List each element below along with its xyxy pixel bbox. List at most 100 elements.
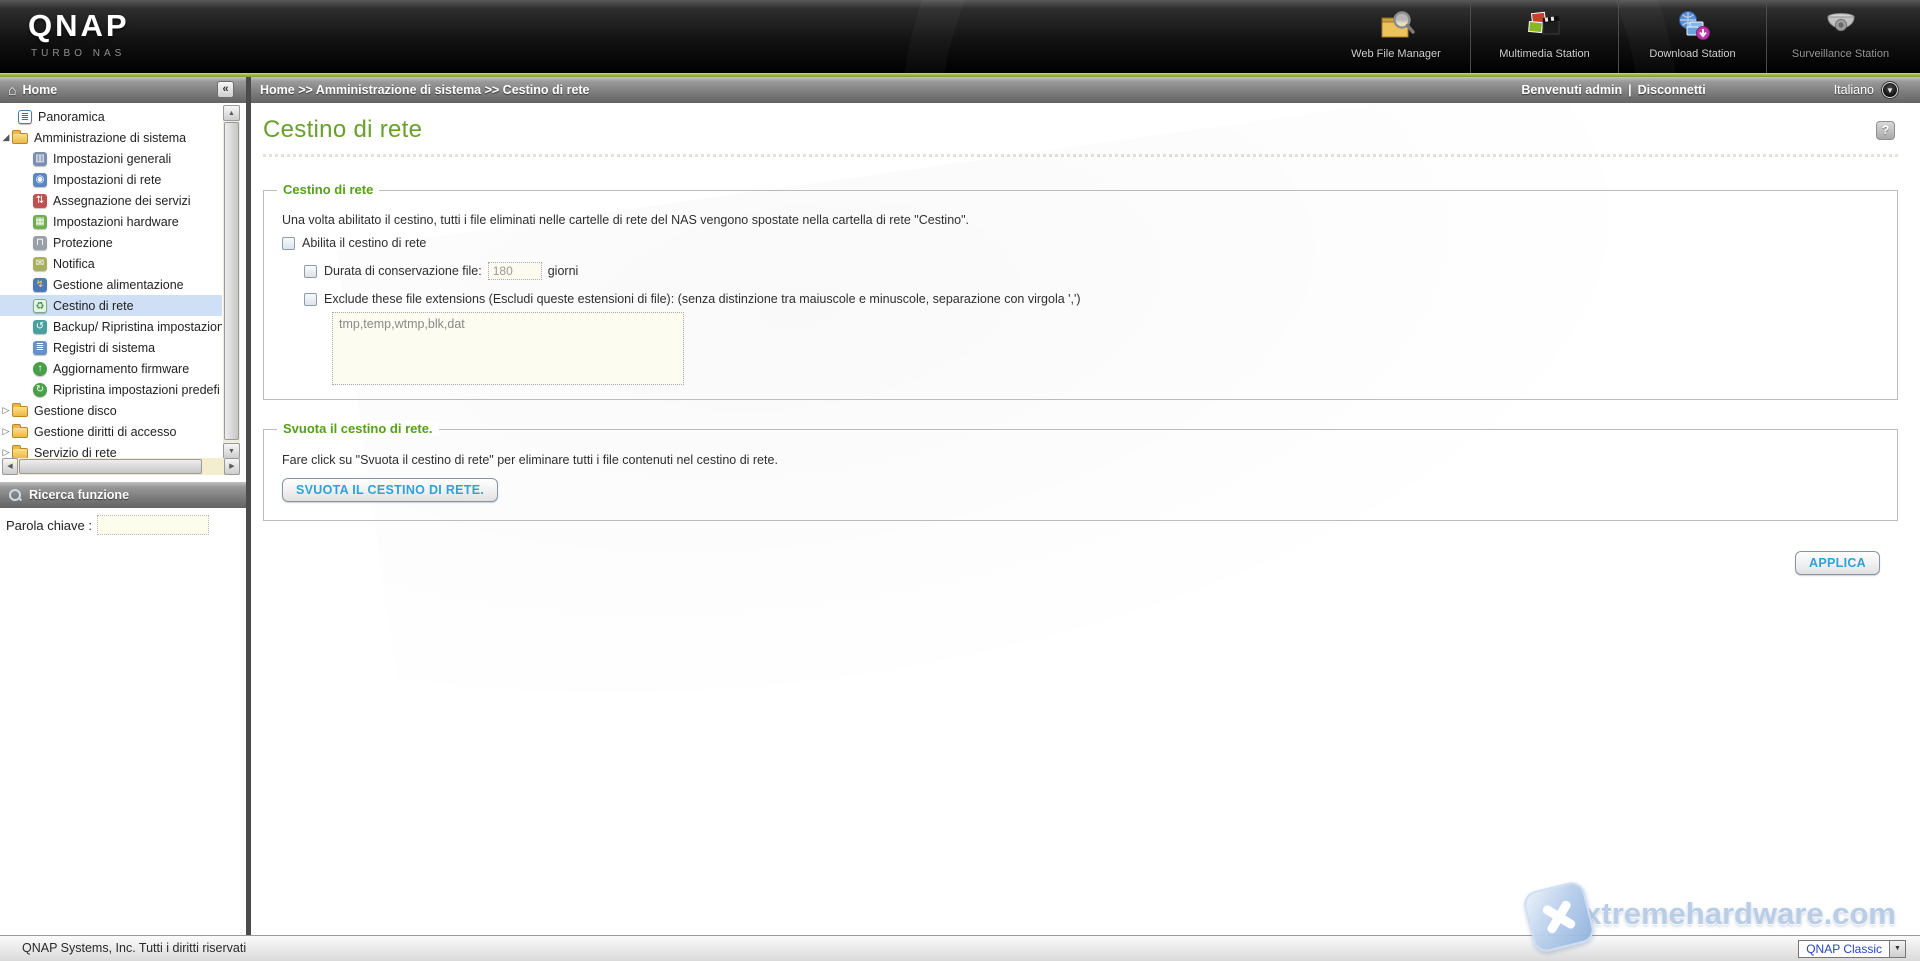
navigation-tree: ≣ Panoramica ◢ Amministrazione di sistema ▥ I… — [0, 103, 246, 475]
sidebar-item-gestione-disco[interactable]: ▷ Gestione disco — [0, 400, 222, 421]
tree-item-label: Gestione diritti di accesso — [34, 424, 177, 439]
collapsed-triangle-icon[interactable]: ▷ — [0, 426, 12, 437]
tree-item-label: Impostazioni di rete — [53, 172, 162, 187]
keyword-input[interactable] — [97, 515, 209, 535]
theme-label: QNAP Classic — [1806, 942, 1882, 956]
breadcrumb-bar: Home >> Amministrazione di sistema >> Ce… — [251, 77, 1920, 103]
sidebar-item-ripristina-impostazioni[interactable]: ↻ Ripristina impostazioni predefi — [0, 379, 222, 400]
sidebar-item-impostazioni-di-rete[interactable]: ◉ Impostazioni di rete — [0, 169, 222, 190]
security-lock-icon: ⊓ — [33, 235, 47, 250]
retention-checkbox[interactable] — [304, 264, 317, 278]
tree-item-label: Amministrazione di sistema — [34, 130, 187, 145]
service-binding-icon: ⇅ — [33, 193, 47, 208]
expanded-triangle-icon[interactable]: ◢ — [0, 132, 12, 143]
multimedia-station-shortcut[interactable]: Multimedia Station — [1470, 0, 1618, 73]
sidebar-item-gestione-alimentazione[interactable]: ↯ Gestione alimentazione — [0, 274, 222, 295]
folder-icon — [12, 445, 28, 458]
sidebar-item-notifica[interactable]: ✉ Notifica — [0, 253, 222, 274]
station-label: Web File Manager — [1351, 48, 1441, 60]
tree-items: ≣ Panoramica ◢ Amministrazione di sistema ▥ I… — [0, 106, 222, 458]
tree-item-label: Cestino di rete — [53, 298, 134, 313]
folder-icon — [12, 403, 28, 417]
exclude-extensions-checkbox[interactable] — [304, 292, 317, 306]
scroll-right-icon[interactable]: ▶ — [224, 458, 240, 475]
page-title: Cestino di rete — [263, 116, 423, 143]
breadcrumb: Home >> Amministrazione di sistema >> Ce… — [260, 83, 590, 97]
sidebar-item-registri-di-sistema[interactable]: ≣ Registri di sistema — [0, 337, 222, 358]
copyright-text: QNAP Systems, Inc. Tutti i diritti riser… — [22, 941, 247, 955]
retention-label: Durata di conservazione file: — [324, 264, 482, 278]
sidebar: ≣ Panoramica ◢ Amministrazione di sistema ▥ I… — [0, 103, 246, 935]
surveillance-station-shortcut[interactable]: Surveillance Station — [1766, 0, 1914, 73]
tree-horizontal-scrollbar[interactable]: ◀ ▶ — [2, 458, 240, 475]
sidebar-item-cestino-di-rete[interactable]: ♻ Cestino di rete — [0, 295, 222, 316]
station-label: Multimedia Station — [1499, 48, 1590, 60]
collapsed-triangle-icon[interactable]: ▷ — [0, 405, 12, 416]
horizontal-scroll-thumb[interactable] — [19, 459, 202, 474]
tree-item-label: Backup/ Ripristina impostazion — [53, 319, 222, 334]
function-search-header: Ricerca funzione — [0, 482, 246, 508]
language-dropdown-icon[interactable]: ▼ — [1882, 82, 1898, 98]
recycle-bin-icon: ♻ — [33, 298, 47, 313]
general-settings-icon: ▥ — [33, 151, 47, 166]
scroll-left-icon[interactable]: ◀ — [2, 458, 18, 475]
tree-item-label: Registri di sistema — [53, 340, 156, 355]
status-bar: QNAP Systems, Inc. Tutti i diritti riser… — [0, 935, 1920, 961]
main-content: Cestino di rete ? Cestino di rete Una vo… — [251, 103, 1920, 935]
download-station-shortcut[interactable]: Download Station — [1618, 0, 1766, 73]
welcome-text: Benvenuti admin — [1521, 83, 1623, 97]
tree-item-label: Notifica — [53, 256, 95, 271]
folder-open-icon — [12, 130, 28, 144]
collapsed-triangle-icon[interactable]: ▷ — [0, 447, 12, 458]
qnap-logo-text: QNAP — [28, 8, 130, 43]
top-bar: QNAP TURBO NAS Web File Manager Multimed… — [0, 0, 1920, 73]
station-label: Surveillance Station — [1791, 48, 1890, 60]
tree-item-label: Gestione disco — [34, 403, 117, 418]
sidebar-item-protezione[interactable]: ⊓ Protezione — [0, 232, 222, 253]
retention-row: Durata di conservazione file: giorni — [304, 262, 1879, 280]
sidebar-item-impostazioni-generali[interactable]: ▥ Impostazioni generali — [0, 148, 222, 169]
tree-vertical-scrollbar[interactable]: ▲ ▼ — [223, 105, 240, 459]
recycle-bin-settings-box: Cestino di rete Una volta abilitato il c… — [263, 182, 1898, 400]
station-label: Download Station — [1649, 48, 1736, 60]
enable-recycle-checkbox[interactable] — [282, 236, 295, 250]
theme-selector[interactable]: QNAP Classic ▼ — [1798, 940, 1906, 958]
logout-link[interactable]: Disconnetti — [1638, 83, 1706, 97]
scroll-up-icon[interactable]: ▲ — [223, 105, 240, 121]
sidebar-item-servizio-di-rete[interactable]: ▷ Servizio di rete — [0, 442, 222, 458]
language-selector[interactable]: Italiano ▼ — [1834, 82, 1898, 98]
enable-recycle-row: Abilita il cestino di rete — [282, 236, 1879, 250]
empty-box-legend: Svuota il cestino di rete. — [277, 421, 439, 436]
exclude-extensions-label: Exclude these file extensions (Escludi q… — [324, 292, 1081, 306]
apply-button[interactable]: APPLICA — [1795, 551, 1880, 575]
help-icon[interactable]: ? — [1876, 121, 1895, 140]
empty-box-text: Fare click su "Svuota il cestino di rete… — [282, 453, 778, 467]
sidebar-item-backup-ripristina[interactable]: ↺ Backup/ Ripristina impostazion — [0, 316, 222, 337]
tree-item-label: Servizio di rete — [34, 445, 117, 459]
home-icon: ⌂ — [8, 82, 17, 98]
tree-item-label: Assegnazione dei servizi — [53, 193, 191, 208]
extensions-textarea[interactable]: tmp,temp,wtmp,blk,dat — [332, 312, 684, 385]
sidebar-item-assegnazione-dei-servizi[interactable]: ⇅ Assegnazione dei servizi — [0, 190, 222, 211]
restore-defaults-icon: ↻ — [33, 382, 47, 397]
sidebar-item-amministrazione-di-sistema[interactable]: ◢ Amministrazione di sistema — [0, 127, 222, 148]
sidebar-item-impostazioni-hardware[interactable]: ▦ Impostazioni hardware — [0, 211, 222, 232]
overview-icon: ≣ — [18, 109, 32, 124]
enable-recycle-label: Abilita il cestino di rete — [302, 236, 427, 250]
sidebar-item-panoramica[interactable]: ≣ Panoramica — [0, 106, 222, 127]
welcome-zone: Benvenuti admin | Disconnetti — [1521, 83, 1705, 97]
empty-recycle-box: Svuota il cestino di rete. Fare click su… — [263, 421, 1898, 521]
sidebar-collapse-button[interactable]: « — [217, 81, 234, 98]
turbo-nas-label: TURBO NAS — [31, 48, 126, 59]
tree-item-label: Impostazioni hardware — [53, 214, 179, 229]
theme-dropdown-icon[interactable]: ▼ — [1889, 941, 1905, 957]
sidebar-item-gestione-diritti-di-accesso[interactable]: ▷ Gestione diritti di accesso — [0, 421, 222, 442]
sidebar-item-aggiornamento-firmware[interactable]: ↑ Aggiornamento firmware — [0, 358, 222, 379]
keyword-label: Parola chiave : — [6, 517, 92, 533]
retention-days-input[interactable] — [487, 262, 542, 280]
web-file-manager-shortcut[interactable]: Web File Manager — [1322, 0, 1470, 73]
vertical-scroll-thumb[interactable] — [224, 122, 239, 440]
welcome-separator: | — [1628, 83, 1632, 97]
scroll-down-icon[interactable]: ▼ — [223, 443, 240, 459]
empty-recycle-button[interactable]: SVUOTA IL CESTINO DI RETE. — [282, 478, 499, 502]
